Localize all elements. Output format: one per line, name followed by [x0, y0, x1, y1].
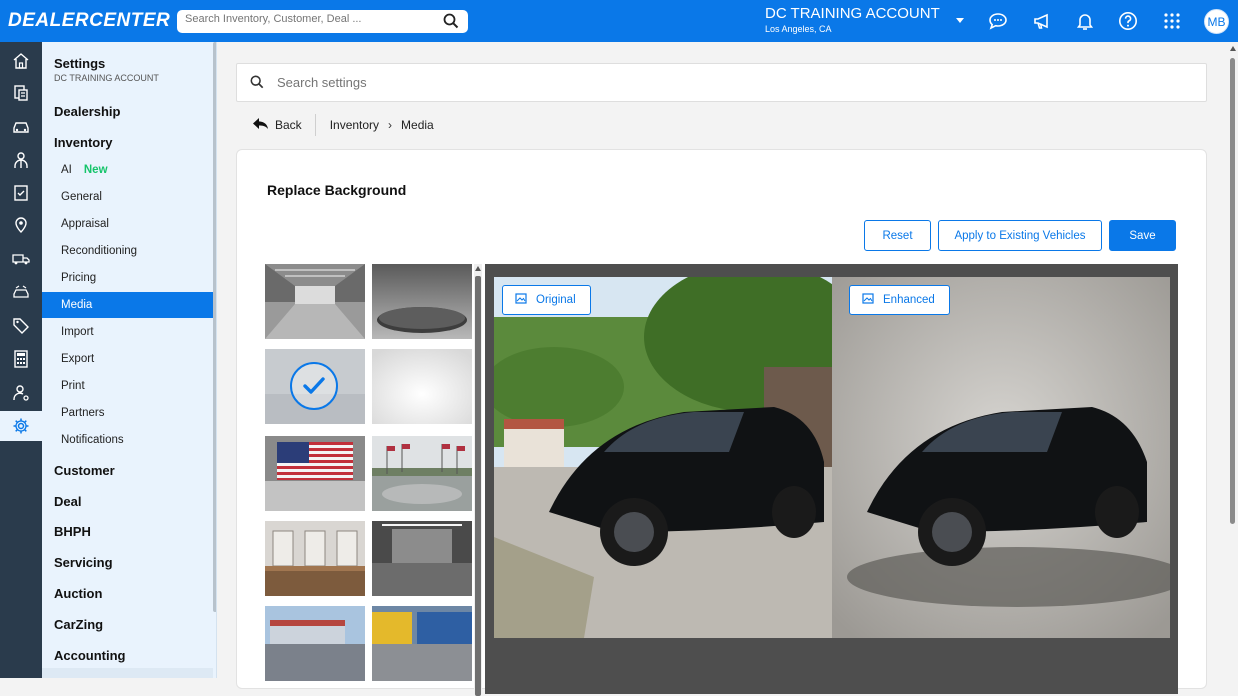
sidebar-collapse-bar[interactable]	[42, 668, 213, 678]
background-thumb-marble-showroom[interactable]	[265, 521, 365, 596]
breadcrumb-inventory[interactable]: Inventory	[330, 118, 379, 132]
scroll-up-icon[interactable]	[475, 266, 481, 271]
account-location: Los Angeles, CA	[765, 24, 832, 34]
sidebar-item-reconditioning[interactable]: Reconditioning	[42, 238, 213, 264]
before-after-preview: Original Enhanced	[485, 264, 1178, 694]
sidebar-section-bhph[interactable]: BHPH	[54, 524, 91, 539]
enhanced-label-text: Enhanced	[883, 294, 935, 306]
sidebar-section-deal[interactable]: Deal	[54, 494, 81, 509]
account-name: DC TRAINING ACCOUNT	[765, 5, 940, 22]
card-title: Replace Background	[267, 182, 407, 198]
sidebar-section-carzing[interactable]: CarZing	[54, 617, 103, 632]
account-switcher[interactable]: DC TRAINING ACCOUNT Los Angeles, CA	[765, 5, 975, 34]
sidebar-section-customer[interactable]: Customer	[54, 463, 115, 478]
chevron-right-icon: ›	[388, 118, 393, 132]
apply-existing-vehicles-button[interactable]: Apply to Existing Vehicles	[938, 220, 1102, 251]
sidebar-item-general[interactable]: General	[42, 184, 213, 210]
sidebar-item-print[interactable]: Print	[42, 373, 213, 399]
page-scrollbar[interactable]	[1228, 42, 1238, 678]
image-icon	[862, 293, 874, 307]
background-thumb-warehouse[interactable]	[265, 264, 365, 339]
sidebar-item-pricing[interactable]: Pricing	[42, 265, 213, 291]
sidebar-item-ai[interactable]: AI New	[42, 157, 213, 183]
sidebar-item-import[interactable]: Import	[42, 319, 213, 345]
people-icon[interactable]	[0, 145, 42, 175]
settings-search[interactable]	[236, 63, 1207, 102]
sidebar-item-media[interactable]: Media	[42, 292, 213, 318]
sidebar-item-export[interactable]: Export	[42, 346, 213, 372]
settings-sidebar: Settings DC TRAINING ACCOUNT Dealership …	[42, 42, 217, 678]
sidebar-section-dealership[interactable]: Dealership	[54, 104, 120, 119]
enhanced-preview: Enhanced	[832, 277, 1170, 638]
bell-icon[interactable]	[1074, 10, 1096, 32]
back-arrow-icon	[252, 117, 269, 133]
checklist-icon[interactable]	[0, 178, 42, 208]
settings-search-input[interactable]	[277, 75, 1177, 90]
gallery-scroll-thumb[interactable]	[475, 276, 481, 696]
enhanced-label[interactable]: Enhanced	[849, 285, 950, 315]
user-avatar[interactable]: MB	[1204, 9, 1229, 34]
background-thumb-light-studio[interactable]	[265, 349, 365, 424]
selected-check-icon	[290, 362, 338, 410]
reset-button[interactable]: Reset	[864, 220, 931, 251]
home-icon[interactable]	[0, 46, 42, 76]
back-button[interactable]: Back	[252, 114, 316, 136]
background-thumb-colorful-showroom[interactable]	[372, 606, 472, 681]
search-icon	[250, 75, 264, 94]
apps-grid-icon[interactable]	[1161, 10, 1183, 32]
breadcrumb-media: Media	[401, 118, 434, 132]
original-label-text: Original	[536, 294, 576, 306]
back-label: Back	[275, 118, 302, 132]
background-thumb-white-studio[interactable]	[372, 349, 472, 424]
new-badge: New	[83, 164, 108, 176]
save-button[interactable]: Save	[1109, 220, 1176, 251]
sidebar-section-inventory[interactable]: Inventory	[54, 135, 113, 150]
original-label[interactable]: Original	[502, 285, 591, 315]
replace-background-card: Replace Background Reset Apply to Existi…	[236, 149, 1207, 696]
search-icon[interactable]	[443, 13, 459, 34]
inventory-icon[interactable]	[0, 78, 42, 108]
calculator-icon[interactable]	[0, 344, 42, 374]
background-thumb-dealership-exterior[interactable]	[265, 606, 365, 681]
sidebar-item-partners[interactable]: Partners	[42, 400, 213, 426]
breadcrumb: Back Inventory › Media	[252, 114, 434, 136]
background-thumb-studio-turntable[interactable]	[372, 264, 472, 339]
user-settings-icon[interactable]	[0, 378, 42, 408]
car-icon[interactable]	[0, 112, 42, 142]
sidebar-section-accounting[interactable]: Accounting	[54, 648, 126, 663]
car-transfer-icon[interactable]	[0, 277, 42, 307]
sidebar-subtitle: DC TRAINING ACCOUNT	[54, 73, 159, 83]
main-content: Back Inventory › Media Replace Backgroun…	[217, 42, 1227, 696]
sidebar-section-auction[interactable]: Auction	[54, 586, 102, 601]
truck-icon[interactable]	[0, 244, 42, 274]
brand-logo[interactable]: DEALERCENTER	[8, 10, 170, 32]
icon-rail	[0, 42, 42, 678]
sidebar-item-label: AI	[61, 164, 72, 176]
page-scroll-thumb[interactable]	[1230, 58, 1235, 524]
gear-icon[interactable]	[0, 411, 42, 441]
gallery-scrollbar[interactable]	[474, 264, 482, 696]
sidebar-title: Settings	[54, 56, 106, 71]
global-search-input[interactable]	[185, 13, 440, 25]
tag-icon[interactable]	[0, 310, 42, 340]
image-icon	[515, 293, 527, 307]
scroll-up-icon[interactable]	[1230, 46, 1236, 51]
top-bar: DEALERCENTER DC TRAINING ACCOUNT Los Ang…	[0, 0, 1238, 42]
chat-icon[interactable]	[987, 10, 1009, 32]
help-icon[interactable]	[1117, 10, 1139, 32]
background-thumb-flag-plaza[interactable]	[372, 436, 472, 511]
original-preview: Original	[494, 277, 832, 638]
background-gallery	[265, 264, 475, 694]
sidebar-item-notifications[interactable]: Notifications	[42, 427, 213, 453]
global-search[interactable]	[177, 10, 468, 33]
background-thumb-dark-showroom[interactable]	[372, 521, 472, 596]
background-thumb-flag-wall[interactable]	[265, 436, 365, 511]
location-icon[interactable]	[0, 210, 42, 240]
sidebar-section-servicing[interactable]: Servicing	[54, 555, 113, 570]
chevron-down-icon[interactable]	[956, 18, 964, 23]
megaphone-icon[interactable]	[1031, 10, 1053, 32]
sidebar-item-appraisal[interactable]: Appraisal	[42, 211, 213, 237]
